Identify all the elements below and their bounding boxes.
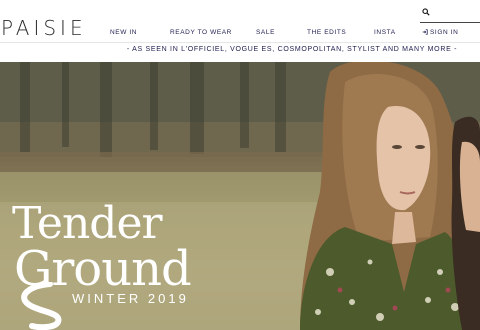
press-banner: - AS SEEN IN L'OFFICIEL, VOGUE ES, COSMO… bbox=[126, 46, 458, 53]
header-divider bbox=[0, 42, 480, 43]
search-icon[interactable] bbox=[422, 8, 430, 16]
nav-insta[interactable]: INSTA bbox=[374, 29, 396, 36]
hero-title-line-2: Ground bbox=[14, 241, 192, 297]
site-header: PAISIE NEW IN READY TO WEAR SALE THE EDI… bbox=[0, 0, 480, 62]
main-nav: NEW IN READY TO WEAR SALE THE EDITS INST… bbox=[0, 29, 480, 41]
sign-in-link[interactable]: SIGN IN bbox=[422, 29, 458, 36]
hero-subtitle: WINTER 2019 bbox=[72, 291, 189, 306]
nav-new-in[interactable]: NEW IN bbox=[110, 29, 137, 36]
search-input[interactable] bbox=[420, 6, 480, 23]
hero-title-line-1: Tender bbox=[12, 198, 163, 249]
hero-banner[interactable]: Tender Ground WINTER 2019 bbox=[0, 62, 480, 330]
sign-in-icon bbox=[422, 29, 428, 35]
nav-the-edits[interactable]: THE EDITS bbox=[307, 29, 346, 36]
sign-in-label: SIGN IN bbox=[430, 29, 459, 36]
nav-sale[interactable]: SALE bbox=[256, 29, 275, 36]
hero-text: Tender Ground WINTER 2019 bbox=[0, 62, 300, 330]
nav-ready-to-wear[interactable]: READY TO WEAR bbox=[170, 29, 232, 36]
